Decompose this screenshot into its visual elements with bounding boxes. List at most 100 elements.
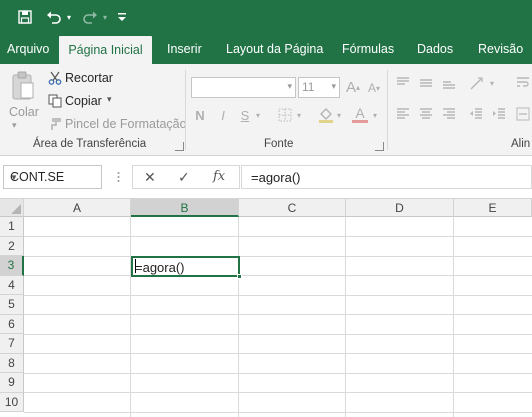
- formula-input-value: =agora(): [251, 170, 301, 185]
- format-painter-label[interactable]: Pincel de Formatação: [65, 117, 187, 131]
- worksheet-grid: A B C D E 1 2 3 4 5 6 7 8 9 10 =agora(): [0, 199, 532, 417]
- gridline: [24, 411, 532, 413]
- font-size-value: 11: [302, 80, 315, 94]
- tab-dados[interactable]: Dados: [417, 34, 453, 64]
- gridline: [24, 294, 532, 296]
- clipboard-launcher-icon[interactable]: [175, 142, 184, 151]
- formula-buttons: ✕ ✓ fx: [132, 165, 240, 189]
- redo-icon[interactable]: [80, 6, 100, 28]
- gridline: [24, 333, 532, 335]
- title-bar: ▾ ▾: [0, 0, 532, 34]
- gridline: [130, 217, 131, 417]
- align-left-icon[interactable]: [395, 107, 411, 121]
- paste-icon[interactable]: [10, 70, 36, 102]
- bold-icon[interactable]: N: [193, 106, 207, 124]
- gridline: [24, 353, 532, 354]
- gridline: [24, 255, 532, 257]
- align-center-icon[interactable]: [418, 107, 434, 121]
- undo-icon[interactable]: [44, 6, 64, 28]
- row-header-7[interactable]: 7: [0, 334, 24, 354]
- font-size-combo[interactable]: 11 ▾: [298, 77, 340, 98]
- row-header-4[interactable]: 4: [0, 275, 24, 295]
- orientation-dropdown-icon[interactable]: ▾: [487, 77, 497, 89]
- row-header-9[interactable]: 9: [0, 373, 24, 393]
- column-header-d[interactable]: D: [346, 199, 454, 217]
- scissors-icon[interactable]: [47, 70, 63, 86]
- gridline: [24, 392, 532, 393]
- tab-layout-da-pagina[interactable]: Layout da Página: [226, 34, 323, 64]
- font-launcher-icon[interactable]: [375, 142, 384, 151]
- underline-dropdown-icon[interactable]: ▾: [253, 108, 263, 122]
- increase-indent-icon[interactable]: [491, 107, 507, 121]
- active-cell-b3[interactable]: =agora(): [131, 256, 242, 279]
- column-header-a[interactable]: A: [24, 199, 131, 217]
- fill-color-dropdown-icon[interactable]: ▾: [334, 108, 344, 122]
- italic-icon[interactable]: I: [216, 106, 230, 124]
- align-top-icon[interactable]: [395, 76, 411, 90]
- group-divider: [387, 70, 388, 150]
- name-box[interactable]: CONT.SE ▼: [3, 165, 102, 189]
- borders-icon[interactable]: [277, 107, 293, 123]
- paste-dropdown-icon[interactable]: ▾: [12, 120, 17, 131]
- align-right-icon[interactable]: [441, 107, 457, 121]
- gridline: [453, 217, 454, 417]
- clipboard-group-label: Área de Transferência: [33, 138, 147, 150]
- font-color-dropdown-icon[interactable]: ▾: [370, 108, 380, 122]
- borders-dropdown-icon[interactable]: ▾: [294, 108, 304, 122]
- row-header-10[interactable]: 10: [0, 392, 24, 412]
- row-header-3[interactable]: 3: [0, 256, 24, 276]
- insert-function-icon[interactable]: fx: [213, 169, 225, 184]
- chevron-down-icon: ▾: [331, 81, 336, 91]
- enter-icon[interactable]: ✓: [178, 169, 190, 186]
- formula-bar: CONT.SE ▼ ✕ ✓ fx =agora(): [0, 157, 532, 199]
- decrease-indent-icon[interactable]: [468, 107, 484, 121]
- gridline: [24, 275, 532, 276]
- cut-label[interactable]: Recortar: [65, 71, 113, 85]
- column-header-c[interactable]: C: [239, 199, 346, 217]
- column-header-b[interactable]: B: [131, 199, 239, 217]
- gridline: [24, 236, 532, 237]
- align-middle-icon[interactable]: [418, 76, 434, 90]
- fill-color-icon[interactable]: [318, 107, 334, 123]
- tab-arquivo[interactable]: Arquivo: [7, 34, 49, 64]
- redo-dropdown-icon[interactable]: ▾: [100, 6, 110, 28]
- tab-inserir[interactable]: Inserir: [167, 34, 202, 64]
- tab-pagina-inicial[interactable]: Página Inicial: [59, 36, 152, 64]
- select-all-button[interactable]: [0, 199, 24, 217]
- row-header-1[interactable]: 1: [0, 217, 24, 237]
- grow-font-icon[interactable]: A ▴: [344, 78, 362, 96]
- customize-qat-icon[interactable]: [116, 6, 128, 28]
- row-header-5[interactable]: 5: [0, 295, 24, 315]
- copy-dropdown-icon[interactable]: ▾: [107, 94, 112, 105]
- chevron-down-icon[interactable]: ▼: [10, 173, 97, 182]
- fill-handle[interactable]: [237, 274, 242, 279]
- font-color-icon[interactable]: A: [352, 105, 368, 123]
- row-header-2[interactable]: 2: [0, 236, 24, 256]
- underline-icon[interactable]: S: [238, 106, 252, 124]
- wrap-text-icon[interactable]: [515, 75, 531, 91]
- cancel-icon[interactable]: ✕: [144, 169, 156, 186]
- shrink-font-icon[interactable]: A ▾: [366, 80, 382, 96]
- merge-center-icon[interactable]: [515, 106, 531, 122]
- align-bottom-icon[interactable]: [441, 76, 457, 90]
- paste-label[interactable]: Colar: [9, 105, 39, 119]
- tab-revisao[interactable]: Revisão: [478, 34, 523, 64]
- ribbon: Colar ▾ Recortar Copiar ▾ Pincel de Form…: [0, 64, 532, 156]
- column-header-e[interactable]: E: [454, 199, 532, 217]
- gridline: [24, 372, 532, 374]
- tab-formulas[interactable]: Fórmulas: [342, 34, 394, 64]
- alignment-group-label: Alin: [511, 138, 531, 150]
- font-group-label: Fonte: [264, 138, 294, 150]
- font-name-combo[interactable]: ▾: [191, 77, 296, 98]
- row-header-6[interactable]: 6: [0, 314, 24, 334]
- row-header-8[interactable]: 8: [0, 353, 24, 373]
- formula-input[interactable]: =agora(): [241, 165, 532, 189]
- formula-bar-grip-icon[interactable]: [117, 171, 120, 183]
- orientation-icon[interactable]: [468, 75, 486, 91]
- copy-icon[interactable]: [47, 93, 63, 109]
- format-painter-icon[interactable]: [47, 116, 63, 132]
- gridline: [238, 217, 239, 417]
- save-icon[interactable]: [14, 6, 36, 28]
- copy-label[interactable]: Copiar: [65, 94, 102, 108]
- undo-dropdown-icon[interactable]: ▾: [64, 6, 74, 28]
